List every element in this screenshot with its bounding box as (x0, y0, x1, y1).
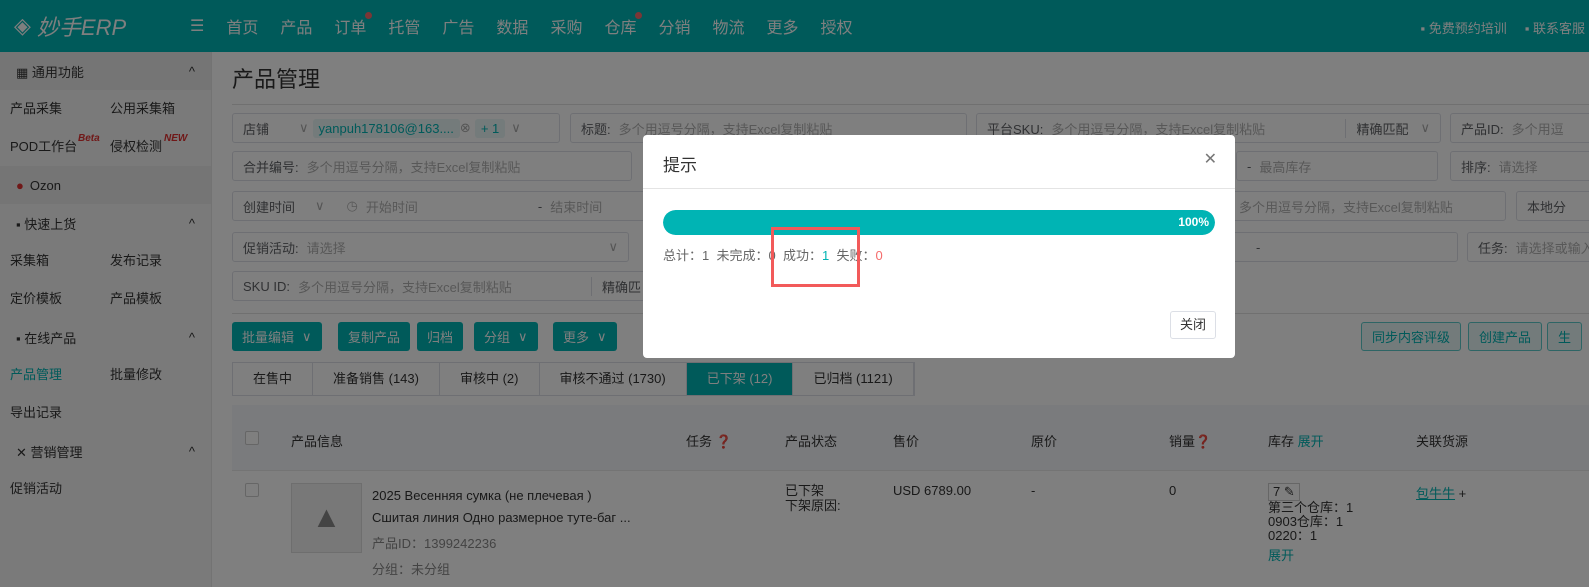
progress-bar: 100% (663, 210, 1215, 235)
progress-dialog: 提示 ✕ 100% 总计：1 未完成：0 成功：1 失败：0 关闭 (643, 135, 1235, 358)
progress-fill: 100% (663, 210, 1215, 235)
fail-count: 0 (875, 248, 883, 263)
close-icon[interactable]: ✕ (1204, 149, 1217, 169)
dialog-title: 提示 (663, 156, 697, 175)
close-button[interactable]: 关闭 (1170, 311, 1216, 339)
highlight-box (771, 227, 860, 287)
